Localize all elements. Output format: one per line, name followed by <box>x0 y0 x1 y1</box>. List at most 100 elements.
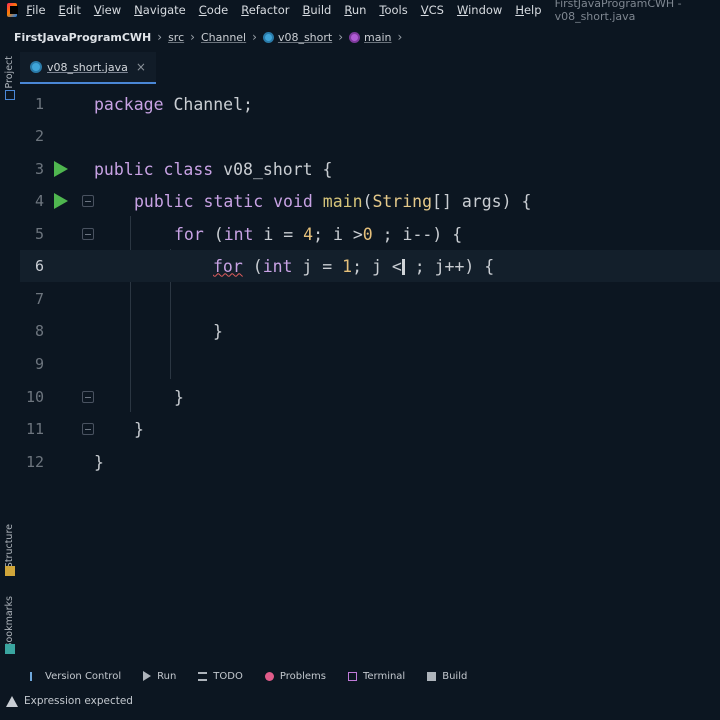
number-literal: 1 <box>342 256 353 276</box>
build-label: Build <box>442 670 468 682</box>
code-text: } <box>134 419 144 439</box>
chevron-right-icon: › <box>252 30 257 44</box>
keyword: int <box>262 256 293 276</box>
problems-button[interactable]: Problems <box>264 670 326 682</box>
breadcrumb-project[interactable]: FirstJavaProgramCWH <box>14 31 151 44</box>
todo-button[interactable]: TODO <box>198 671 243 682</box>
problems-icon <box>264 671 274 681</box>
project-folder-icon[interactable] <box>5 90 15 100</box>
code-line: 1 package Channel; <box>20 88 720 120</box>
list-icon <box>198 671 208 681</box>
menu-refactor[interactable]: Refactor <box>241 3 297 17</box>
version-control-button[interactable]: Version Control <box>30 671 121 682</box>
line-number: 9 <box>34 355 44 373</box>
code-text: package Channel; <box>94 95 253 114</box>
menu-edit[interactable]: Edit <box>59 3 89 17</box>
code-text: public class v08_short { <box>94 160 332 179</box>
line-number: 11 <box>25 420 44 438</box>
tab-v08-short-java[interactable]: v08_short.java × <box>20 52 156 84</box>
code-editor[interactable]: 1 package Channel; 2 3 public class v08_… <box>20 86 720 656</box>
run-icon[interactable] <box>54 193 68 209</box>
code-line: 3 public class v08_short { <box>20 153 720 185</box>
code-fragment: v08_short { <box>213 159 333 179</box>
project-tool-button[interactable]: Project <box>4 56 15 89</box>
code-fragment: [] args) { <box>432 191 532 211</box>
code-fragment: ; i > <box>313 224 363 244</box>
branch-icon <box>30 671 39 681</box>
code-line: 10 } <box>20 381 720 413</box>
run-label: Run <box>157 670 177 682</box>
menu-vcs[interactable]: VCS <box>421 3 452 17</box>
code-line: 8 } <box>20 315 720 347</box>
editor-tabs: v08_short.java × <box>20 52 720 84</box>
menu-run[interactable]: Run <box>344 3 374 17</box>
problems-label: Problems <box>279 670 326 682</box>
run-icon[interactable] <box>54 161 68 177</box>
fold-icon[interactable] <box>82 423 94 435</box>
code-fragment: j = <box>292 256 343 276</box>
line-number: 5 <box>34 225 44 243</box>
keyword: int <box>223 224 254 244</box>
menu-code[interactable]: Code <box>199 3 236 17</box>
fold-icon[interactable] <box>82 391 94 403</box>
menu-tools[interactable]: Tools <box>379 3 415 17</box>
menu-navigate[interactable]: Navigate <box>134 3 194 17</box>
line-number: 12 <box>25 453 44 471</box>
number-literal: 4 <box>303 224 314 244</box>
structure-icon[interactable] <box>5 566 15 576</box>
bookmark-icon[interactable] <box>5 644 15 654</box>
code-text: public static void main(String[] args) { <box>134 192 531 211</box>
status-message: Expression expected <box>24 695 133 707</box>
version-control-label: Version Control <box>45 670 122 682</box>
code-text: } <box>94 452 104 472</box>
chevron-right-icon: › <box>190 30 195 44</box>
menu-file[interactable]: File <box>26 3 53 17</box>
menu-help[interactable]: Help <box>515 3 549 17</box>
terminal-icon <box>347 671 357 681</box>
class-icon <box>262 31 274 43</box>
code-line: 7 <box>20 283 720 315</box>
bookmarks-tool-button[interactable]: Bookmarks <box>4 596 15 649</box>
build-button[interactable]: Build <box>427 671 467 682</box>
breadcrumb-package[interactable]: Channel <box>201 31 246 44</box>
run-button[interactable]: Run <box>143 671 176 682</box>
line-number: 6 <box>34 257 44 275</box>
line-number: 8 <box>34 322 44 340</box>
menu-build[interactable]: Build <box>302 3 339 17</box>
code-line-current: 6 for (int j = 1; j < ; j++) { <box>20 250 720 282</box>
code-line: 5 for (int i = 4; i >0 ; i--) { <box>20 218 720 250</box>
bottom-tool-bar: Version Control Run TODO Problems Termin… <box>0 664 720 688</box>
close-icon[interactable]: × <box>136 60 146 74</box>
line-number: 2 <box>34 127 44 145</box>
line-number: 4 <box>34 192 44 210</box>
breadcrumb-class-label: v08_short <box>277 30 333 44</box>
breadcrumb-class[interactable]: v08_short <box>262 30 333 44</box>
code-fragment: ; j < <box>352 256 402 276</box>
line-number: 10 <box>25 388 44 406</box>
structure-tool-button[interactable]: Structure <box>4 524 15 568</box>
code-line: 12 } <box>20 446 720 478</box>
play-icon <box>143 671 152 681</box>
menu-bar: File Edit View Navigate Code Refactor Bu… <box>0 0 720 23</box>
chevron-right-icon: › <box>338 30 344 44</box>
code-fragment: Channel; <box>163 94 253 114</box>
code-line: 2 <box>20 120 720 152</box>
code-fragment: ( <box>203 224 224 244</box>
java-class-icon <box>30 61 42 73</box>
menu-view[interactable]: View <box>94 3 129 17</box>
code-fragment: ( <box>362 191 373 211</box>
hammer-icon <box>427 671 437 681</box>
code-text: } <box>213 321 223 341</box>
breadcrumb-method[interactable]: main <box>349 31 392 44</box>
code-fragment: ; j++) { <box>404 256 495 276</box>
class-name: String <box>372 191 433 211</box>
terminal-button[interactable]: Terminal <box>347 670 406 682</box>
keyword: public <box>94 159 154 179</box>
fold-icon[interactable] <box>82 195 94 207</box>
tab-label: v08_short.java <box>47 60 128 74</box>
terminal-label: Terminal <box>362 670 406 682</box>
breadcrumb-src[interactable]: src <box>168 31 184 44</box>
fold-icon[interactable] <box>82 228 94 240</box>
intellij-logo-icon[interactable] <box>7 3 19 17</box>
menu-window[interactable]: Window <box>457 3 510 17</box>
